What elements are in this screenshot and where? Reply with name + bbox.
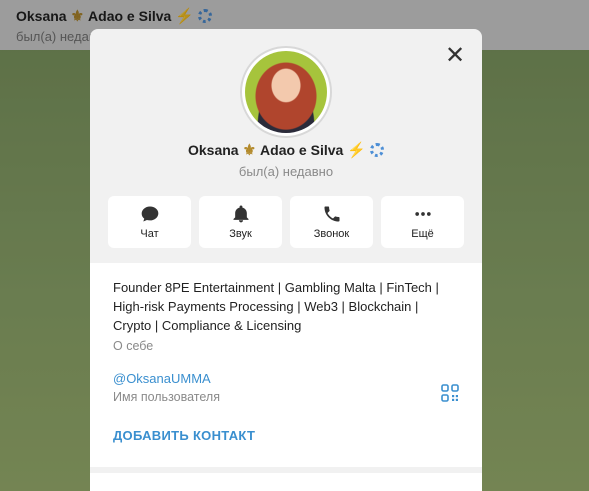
profile-name-rest: Adao e Silva <box>260 142 344 158</box>
bio-caption: О себе <box>113 339 154 353</box>
profile-info: Founder 8PE Entertainment | Gambling Mal… <box>90 263 482 467</box>
sound-button-label: Звук <box>229 228 252 240</box>
chat-button-label: Чат <box>140 228 159 240</box>
avatar-frame[interactable] <box>240 46 332 138</box>
profile-modal: ✕ Oksana ⚜ Adao e Silva ⚡ был(а) недавно… <box>90 29 482 491</box>
fleur-de-lis-icon: ⚜ <box>242 142 257 159</box>
lightning-icon: ⚡ <box>347 142 366 159</box>
sound-button[interactable]: Звук <box>199 196 282 248</box>
avatar[interactable] <box>245 51 327 133</box>
phone-icon <box>324 206 339 222</box>
bio-text[interactable]: Founder 8PE Entertainment | Gambling Mal… <box>113 278 459 335</box>
profile-name-first: Oksana <box>188 142 239 158</box>
next-section <box>90 473 482 491</box>
action-buttons: Чат Звук Звонок Ещё <box>108 196 464 248</box>
qr-code-icon[interactable] <box>441 384 459 402</box>
more-button[interactable]: Ещё <box>381 196 464 248</box>
call-button-label: Звонок <box>313 228 350 240</box>
profile-status: был(а) недавно <box>238 164 334 179</box>
profile-name: Oksana ⚜ Adao e Silva ⚡ <box>90 141 482 159</box>
call-button[interactable]: Звонок <box>290 196 373 248</box>
more-icon <box>414 212 431 216</box>
chat-icon <box>141 206 158 222</box>
more-button-label: Ещё <box>411 228 434 240</box>
username-link[interactable]: @OksanaUMMA <box>113 371 459 386</box>
bell-icon <box>233 205 248 223</box>
close-icon[interactable]: ✕ <box>442 43 468 69</box>
username-caption: Имя пользователя <box>113 390 220 404</box>
premium-badge-icon <box>370 143 384 157</box>
chat-button[interactable]: Чат <box>108 196 191 248</box>
add-contact-button[interactable]: ДОБАВИТЬ КОНТАКТ <box>113 428 459 443</box>
